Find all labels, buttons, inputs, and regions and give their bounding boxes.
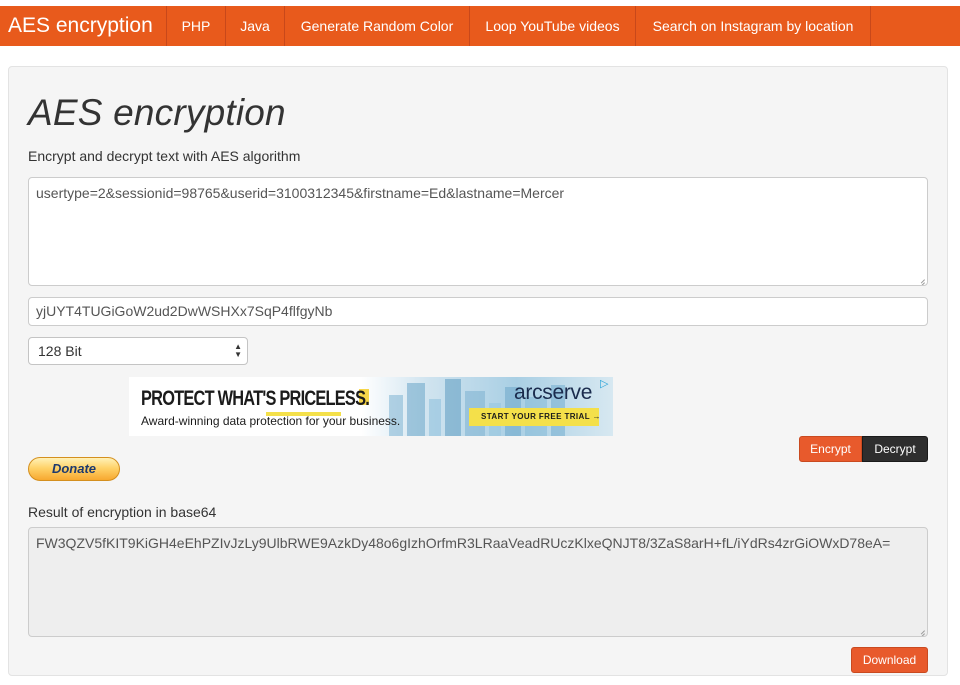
result-textarea[interactable]: FW3QZV5fKIT9KiGH4eEhPZIvJzLy9UlbRWE9AzkD… [28,527,928,637]
decrypt-button[interactable]: Decrypt [862,436,928,462]
nav-link-loop-youtube[interactable]: Loop YouTube videos [470,6,636,46]
plaintext-textarea[interactable]: usertype=2&sessionid=98765&userid=310031… [28,177,928,286]
ad-brand-logo: arcserve [514,381,593,404]
key-size-value: 128 Bit [38,343,82,359]
nav-link-random-color[interactable]: Generate Random Color [285,6,470,46]
plaintext-value: usertype=2&sessionid=98765&userid=310031… [36,185,565,201]
download-button[interactable]: Download [851,647,928,673]
resize-grip-icon[interactable] [917,626,925,634]
page-subtitle: Encrypt and decrypt text with AES algori… [28,148,301,164]
nav-link-php[interactable]: PHP [167,6,226,46]
site-brand[interactable]: AES encryption [0,6,167,46]
resize-grip-icon[interactable] [917,275,925,283]
ad-headline: PROTECT WHAT'S PRICELESS. [141,387,370,410]
select-arrows-icon: ▲ ▼ [234,342,242,359]
advertisement-banner[interactable]: PROTECT WHAT'S PRICELESS. Award-winning … [129,377,613,436]
result-label: Result of encryption in base64 [28,504,217,520]
secret-key-input[interactable]: yjUYT4TUGiGoW2ud2DwWSHXx7SqP4flfgyNb [28,297,928,326]
ad-cta-button[interactable]: START YOUR FREE TRIAL → [469,408,600,426]
ad-subtext: Award-winning data protection for your b… [141,414,401,428]
page-title: AES encryption [28,92,286,133]
nav-link-java[interactable]: Java [226,6,285,46]
result-value: FW3QZV5fKIT9KiGH4eEhPZIvJzLy9UlbRWE9AzkD… [36,535,891,551]
nav-link-instagram-search[interactable]: Search on Instagram by location [636,6,871,46]
adchoices-icon[interactable]: ▷ [600,377,608,390]
key-size-select[interactable]: 128 Bit ▲ ▼ [28,337,248,365]
encrypt-button[interactable]: Encrypt [799,436,862,462]
top-navbar: AES encryption PHP Java Generate Random … [0,6,960,46]
donate-button[interactable]: Donate [28,457,120,481]
